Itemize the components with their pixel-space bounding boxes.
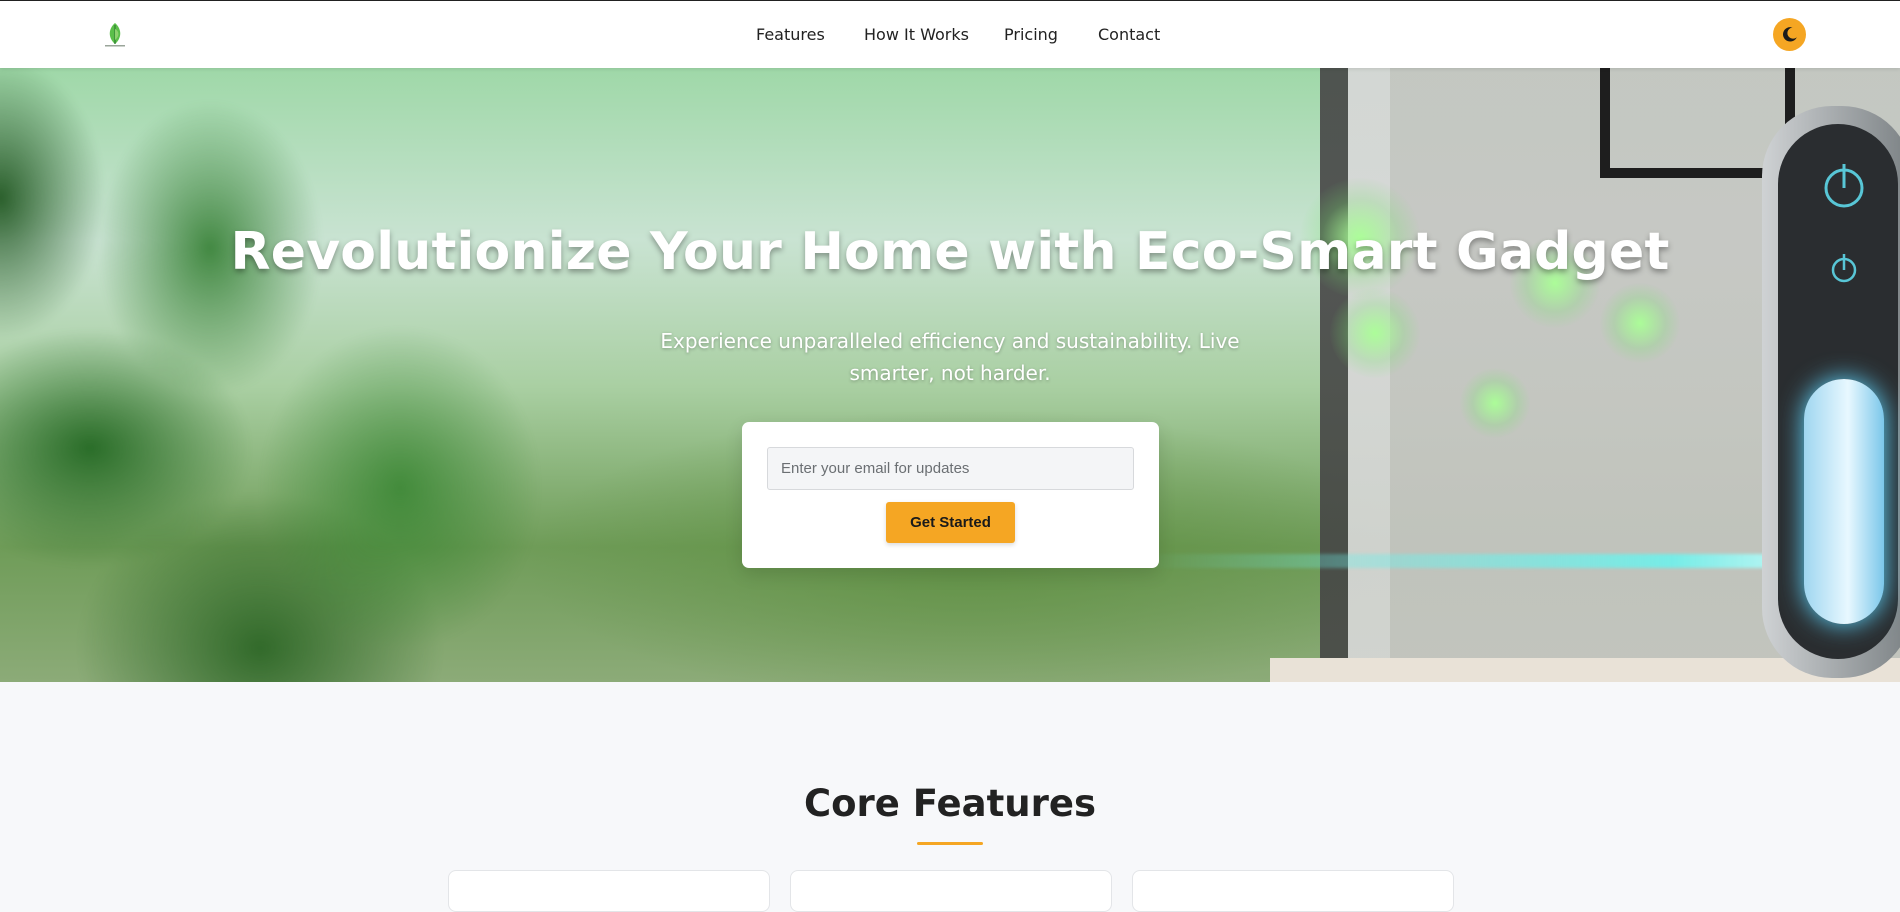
main-nav: Features How It Works Pricing Contact [0, 1, 1900, 68]
hero-glow-light [1460, 368, 1530, 438]
feature-card [448, 870, 770, 912]
nav-pricing[interactable]: Pricing [1004, 25, 1058, 44]
nav-contact[interactable]: Contact [1098, 25, 1160, 44]
theme-toggle-button[interactable] [1773, 18, 1806, 51]
features-heading: Core Features [803, 782, 1097, 825]
moon-icon [1782, 27, 1797, 42]
site-header: Features How It Works Pricing Contact [0, 1, 1900, 68]
hero-glow-light [1600, 283, 1680, 363]
hero-section: Revolutionize Your Home with Eco-Smart G… [0, 68, 1900, 682]
hero-subtitle: Experience unparalleled efficiency and s… [660, 329, 1240, 385]
email-input[interactable] [767, 447, 1134, 490]
hero-device-image [1762, 106, 1900, 678]
nav-features[interactable]: Features [756, 25, 825, 44]
feature-card [790, 870, 1112, 912]
heading-underline [917, 842, 983, 845]
get-started-button[interactable]: Get Started [886, 502, 1015, 543]
feature-card [1132, 870, 1454, 912]
hero-glow-light [1330, 288, 1420, 378]
hero-title: Revolutionize Your Home with Eco-Smart G… [230, 222, 1670, 282]
nav-how-it-works[interactable]: How It Works [864, 25, 969, 44]
signup-card: Get Started [742, 422, 1159, 568]
